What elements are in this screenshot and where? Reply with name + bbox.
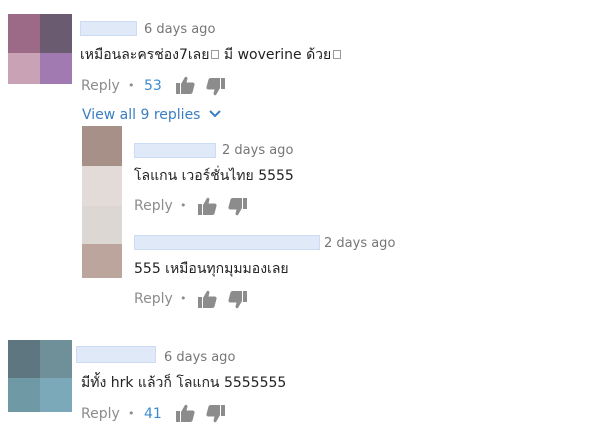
avatar-quadrant [8, 14, 40, 53]
like-count: 53 [144, 78, 162, 94]
thumbs-down-icon[interactable] [206, 405, 225, 423]
reply-button[interactable]: Reply [134, 197, 173, 215]
reply-button[interactable]: Reply [134, 290, 173, 308]
author-name-redacted[interactable] [134, 235, 320, 250]
avatar-quadrant [8, 53, 40, 84]
reply-button[interactable]: Reply [81, 405, 120, 423]
author-name-redacted[interactable] [76, 346, 156, 363]
avatar-quadrant [82, 244, 122, 278]
timestamp[interactable]: 6 days ago [164, 350, 235, 366]
author-name-redacted[interactable] [134, 143, 216, 158]
comment-text: มีทั้ง hrk แล้วก็ โลแกน 5555555 [81, 375, 287, 391]
timestamp[interactable]: 2 days ago [222, 143, 293, 159]
avatar-quadrant [40, 378, 72, 412]
author-name-redacted[interactable] [80, 21, 137, 36]
thumbs-down-icon[interactable] [228, 198, 247, 216]
avatar-quadrant [82, 166, 122, 206]
comment-text-part: มี woverine ด้วย [219, 47, 332, 63]
avatar-quadrant [8, 340, 40, 378]
separator-dot: • [180, 292, 187, 305]
avatar-quadrant [82, 126, 122, 166]
missing-glyph-icon [333, 50, 342, 59]
comment-text-part: เหมือนละครช่อง7เลย [80, 47, 210, 63]
reply-button[interactable]: Reply [81, 77, 120, 95]
avatar-quadrant [40, 14, 72, 53]
avatar-quadrant [82, 206, 122, 244]
timestamp[interactable]: 6 days ago [144, 22, 215, 38]
separator-dot: • [128, 407, 135, 420]
thumbs-up-icon[interactable] [198, 290, 217, 308]
chevron-down-icon [209, 110, 221, 118]
thumbs-up-icon[interactable] [176, 76, 195, 94]
avatar-quadrant [40, 340, 72, 378]
comment-text: เหมือนละครช่อง7เลย มี woverine ด้วย [80, 46, 342, 64]
reply-text: 555 เหมือนทุกมุมมองเลย [134, 261, 289, 277]
timestamp[interactable]: 2 days ago [324, 236, 395, 252]
separator-dot: • [128, 79, 135, 92]
reply-avatar[interactable] [82, 126, 122, 278]
avatar-quadrant [40, 53, 72, 84]
avatar-quadrant [8, 378, 40, 412]
thumbs-down-icon[interactable] [206, 78, 225, 96]
like-count: 41 [144, 406, 162, 422]
thumbs-down-icon[interactable] [228, 291, 247, 309]
avatar[interactable] [8, 340, 72, 412]
view-replies-link[interactable]: View all 9 replies [82, 106, 221, 124]
separator-dot: • [180, 199, 187, 212]
reply-text: โลแกน เวอร์ชั่นไทย 5555 [134, 168, 294, 184]
avatar[interactable] [8, 14, 72, 84]
view-replies-label: View all 9 replies [82, 107, 201, 123]
thumbs-up-icon[interactable] [198, 197, 217, 215]
thumbs-up-icon[interactable] [176, 404, 195, 422]
